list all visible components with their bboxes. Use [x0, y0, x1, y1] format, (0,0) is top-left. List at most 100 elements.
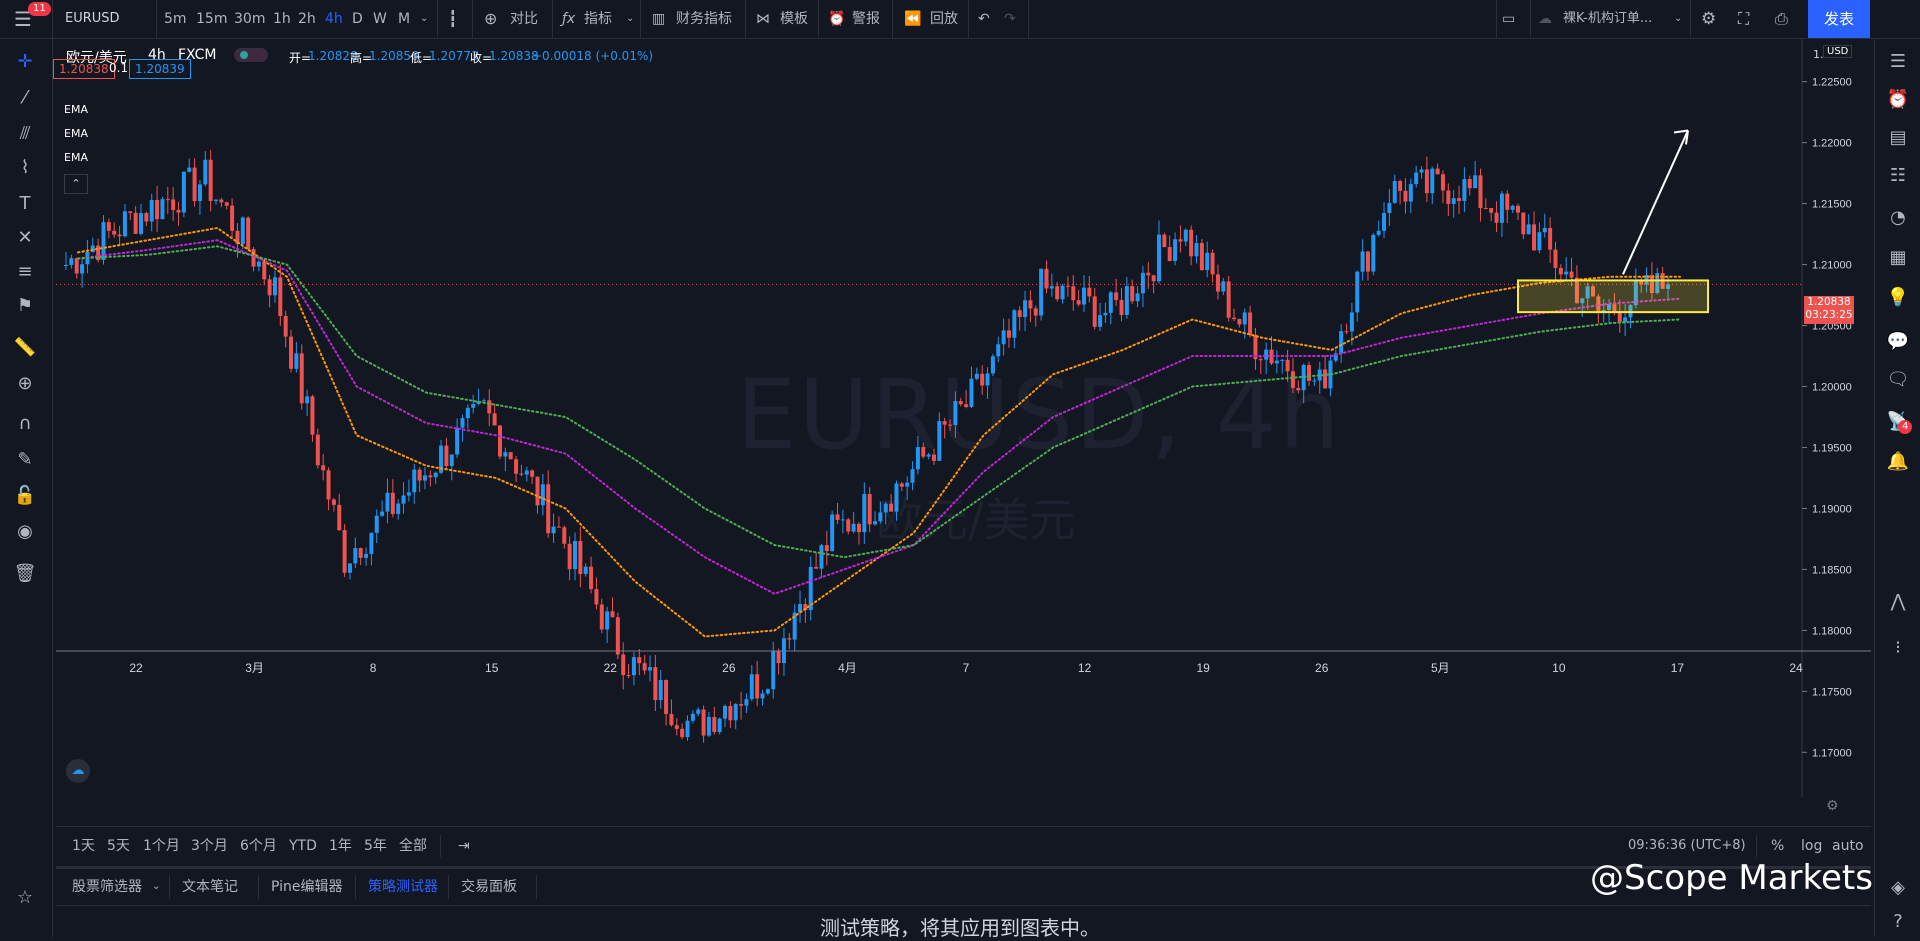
candle-body: [1248, 312, 1253, 335]
cloud-icon[interactable]: ☁: [1538, 0, 1552, 38]
alerts-clock-icon[interactable]: ⏰: [1885, 87, 1911, 113]
indicators-button[interactable]: 指标: [584, 0, 612, 38]
zoom-in-icon[interactable]: ⊕: [12, 371, 38, 397]
tab-strategy-tester[interactable]: 策略测试器: [368, 869, 438, 905]
order-panel-icon[interactable]: ⁝: [1885, 635, 1911, 661]
range-all[interactable]: 全部: [399, 827, 427, 865]
ema-indicator-2[interactable]: EMA: [64, 127, 88, 140]
trend-line-icon[interactable]: ⁄: [12, 85, 38, 111]
interval-d[interactable]: D: [352, 0, 363, 38]
candle-body: [567, 543, 572, 570]
fib-tool-icon[interactable]: ⫻: [12, 121, 38, 147]
data-window-icon[interactable]: ☷: [1885, 163, 1911, 189]
calendar-icon[interactable]: ▦: [1885, 245, 1911, 271]
alert-button[interactable]: 警报: [852, 0, 880, 38]
range-5y[interactable]: 5年: [364, 827, 387, 865]
trash-icon[interactable]: 🗑: [12, 561, 38, 587]
layout-dropdown-icon[interactable]: ⌄: [1674, 0, 1682, 38]
xabcd-icon[interactable]: ✕: [12, 225, 38, 251]
notifications-icon[interactable]: 🔔: [1885, 449, 1911, 475]
layout-name[interactable]: 裸K-机构订单...: [1563, 0, 1652, 38]
interval-m[interactable]: M: [398, 0, 410, 38]
magnet-icon[interactable]: ∩: [12, 411, 38, 437]
camera-icon[interactable]: ⎙: [1775, 0, 1788, 38]
replay-icon[interactable]: ⏪: [904, 0, 921, 38]
forecast-icon[interactable]: ≡: [12, 259, 38, 285]
range-1d[interactable]: 1天: [72, 827, 95, 865]
fullscreen-layout-icon[interactable]: ▭: [1502, 0, 1515, 38]
current-price-label: 1.20838 03:23:25: [1804, 296, 1854, 324]
range-ytd[interactable]: YTD: [289, 827, 317, 865]
settings-icon[interactable]: ⚙: [1701, 0, 1716, 38]
candle-body: [583, 566, 588, 575]
pattern-icon[interactable]: ⌇: [12, 155, 38, 181]
tab-trading-panel[interactable]: 交易面板: [461, 869, 517, 905]
price-chart[interactable]: 1.225001.220001.215001.210001.205001.200…: [56, 39, 1871, 797]
ema-indicator-1[interactable]: EMA: [64, 103, 88, 116]
tradingview-logo-icon[interactable]: ☁: [66, 759, 90, 783]
star-icon[interactable]: ☆: [12, 885, 38, 911]
ruler-icon[interactable]: 📏: [12, 335, 38, 361]
redo-icon[interactable]: ↷: [1004, 0, 1016, 38]
crosshair-icon[interactable]: ✛: [12, 49, 38, 75]
sell-price-box[interactable]: 1.20838: [53, 59, 115, 79]
chat-icon[interactable]: 💬: [1885, 329, 1911, 355]
interval-1h[interactable]: 1h: [273, 0, 291, 38]
fullscreen-icon[interactable]: ⛶: [1738, 0, 1749, 38]
candle-body: [1076, 300, 1081, 305]
compare-icon[interactable]: ⊕: [484, 0, 497, 38]
currency-label[interactable]: USD: [1823, 45, 1853, 58]
drawing-toolbar: ✛ ⁄ ⫻ ⌇ T ✕ ≡ ⚑ 📏 ⊕ ∩ ✎ 🔓 ◉ 🗑 ☆: [0, 39, 53, 937]
time-axis-settings-icon[interactable]: ⚙: [1826, 798, 1839, 814]
replay-button[interactable]: 回放: [930, 0, 958, 38]
range-1m[interactable]: 1个月: [143, 827, 180, 865]
hotlist-icon[interactable]: ◔: [1885, 205, 1911, 231]
messages-icon[interactable]: 🗨: [1885, 367, 1911, 393]
financials-icon[interactable]: ▥: [652, 0, 665, 38]
screener-dropdown-icon[interactable]: ⌄: [152, 869, 160, 905]
buy-price-box[interactable]: 1.20839: [129, 59, 191, 79]
interval-2h[interactable]: 2h: [298, 0, 316, 38]
interval-15m[interactable]: 15m: [196, 0, 227, 38]
eye-icon[interactable]: ◉: [12, 519, 38, 545]
undo-icon[interactable]: ↶: [978, 0, 990, 38]
templates-button[interactable]: 模板: [780, 0, 808, 38]
range-6m[interactable]: 6个月: [240, 827, 277, 865]
interval-4h[interactable]: 4h: [325, 0, 343, 38]
news-icon[interactable]: ▤: [1885, 125, 1911, 151]
collapse-legend-icon[interactable]: ⌃: [64, 174, 88, 194]
chart-pane[interactable]: EURUSD, 4h 欧元/美元 1.22500 1.22000 1.21500 1.…: [53, 39, 1871, 814]
tab-text-notes[interactable]: 文本笔记: [182, 869, 238, 905]
tab-pine-editor[interactable]: Pine编辑器: [271, 869, 343, 905]
layers-icon[interactable]: ◈: [1885, 875, 1911, 901]
interval-dropdown-icon[interactable]: ⌄: [420, 0, 428, 38]
lock-icon[interactable]: 🔓: [12, 483, 38, 509]
ideas-icon[interactable]: 💡: [1885, 285, 1911, 311]
templates-icon[interactable]: ⋈: [756, 0, 770, 38]
compare-button[interactable]: 对比: [510, 0, 538, 38]
symbol-search[interactable]: EURUSD: [65, 0, 120, 38]
ema-indicator-3[interactable]: EMA: [64, 151, 88, 164]
trade-icon[interactable]: ⋀: [1885, 589, 1911, 615]
stay-drawing-icon[interactable]: ✎: [12, 447, 38, 473]
interval-30m[interactable]: 30m: [234, 0, 265, 38]
publish-button[interactable]: 发表: [1808, 0, 1870, 38]
interval-5m[interactable]: 5m: [164, 0, 187, 38]
interval-w[interactable]: W: [373, 0, 387, 38]
chart-type-icon[interactable]: ┇: [448, 0, 458, 38]
goto-date-icon[interactable]: ⇥: [458, 827, 470, 865]
watchlist-icon[interactable]: ☰: [1885, 49, 1911, 75]
indicators-icon[interactable]: ƒx: [562, 0, 575, 38]
indicators-dropdown-icon[interactable]: ⌄: [626, 0, 634, 38]
tab-stock-screener[interactable]: 股票筛选器: [72, 869, 142, 905]
range-5d[interactable]: 5天: [107, 827, 130, 865]
financials-button[interactable]: 财务指标: [676, 0, 732, 38]
range-1y[interactable]: 1年: [329, 827, 352, 865]
icons-tool-icon[interactable]: ⚑: [12, 293, 38, 319]
help-icon[interactable]: ?: [1885, 909, 1911, 935]
range-3m[interactable]: 3个月: [191, 827, 228, 865]
candle-body: [1569, 271, 1574, 278]
alert-icon[interactable]: ⏰: [828, 0, 845, 38]
text-tool-icon[interactable]: T: [12, 191, 38, 217]
candle-body: [1323, 369, 1328, 389]
